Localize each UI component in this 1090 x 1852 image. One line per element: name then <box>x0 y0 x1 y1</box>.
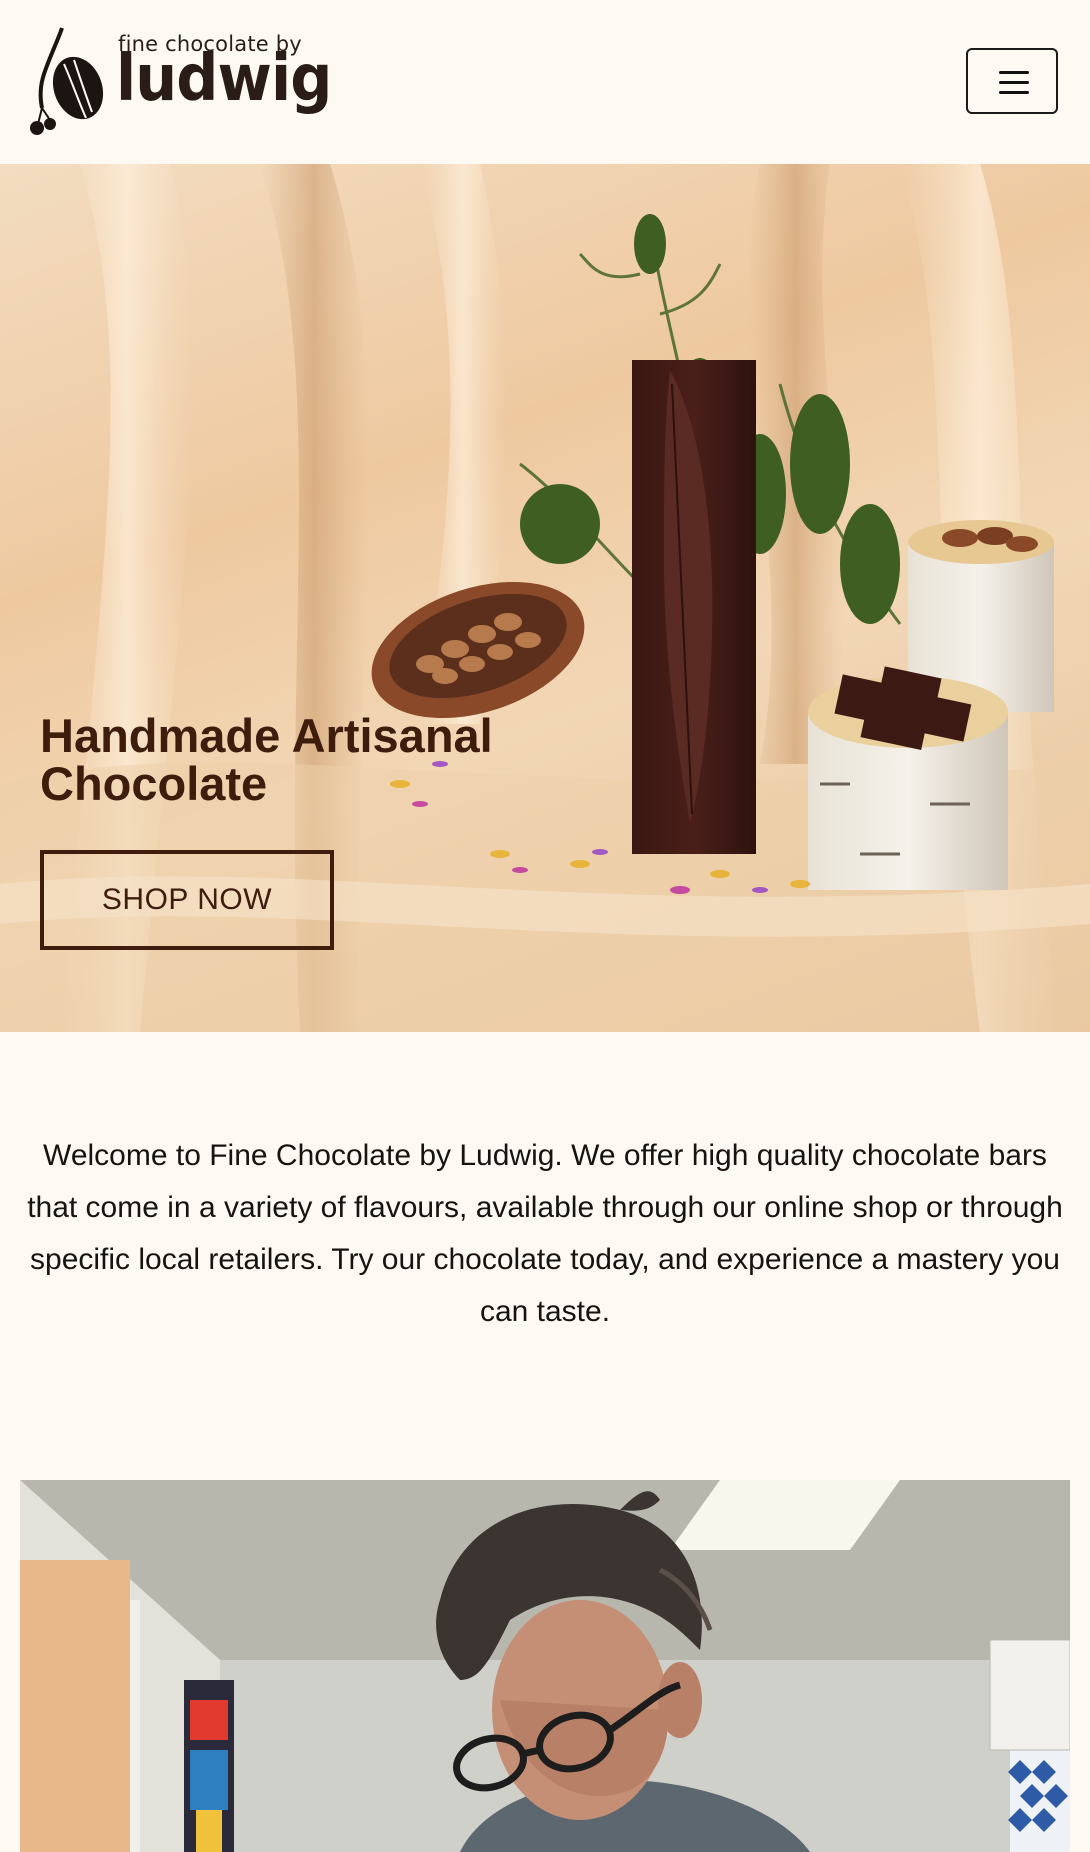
site-logo[interactable]: fine chocolate by ludwig <box>28 26 332 138</box>
chocolatier-image <box>20 1480 1070 1852</box>
cacao-pod-icon <box>30 27 104 135</box>
hero-banner: Handmade Artisanal Chocolate SHOP NOW <box>0 164 1090 1032</box>
logo-wordmark: ludwig <box>116 42 332 116</box>
intro-text: Welcome to Fine Chocolate by Ludwig. We … <box>27 1139 1063 1328</box>
menu-toggle-button[interactable] <box>966 48 1058 114</box>
chocolatier-photo <box>20 1480 1070 1852</box>
shop-now-button[interactable]: SHOP NOW <box>40 850 334 950</box>
site-header: fine chocolate by ludwig <box>0 0 1090 164</box>
hamburger-menu-icon <box>999 70 1029 94</box>
hero-title: Handmade Artisanal Chocolate <box>40 709 493 810</box>
